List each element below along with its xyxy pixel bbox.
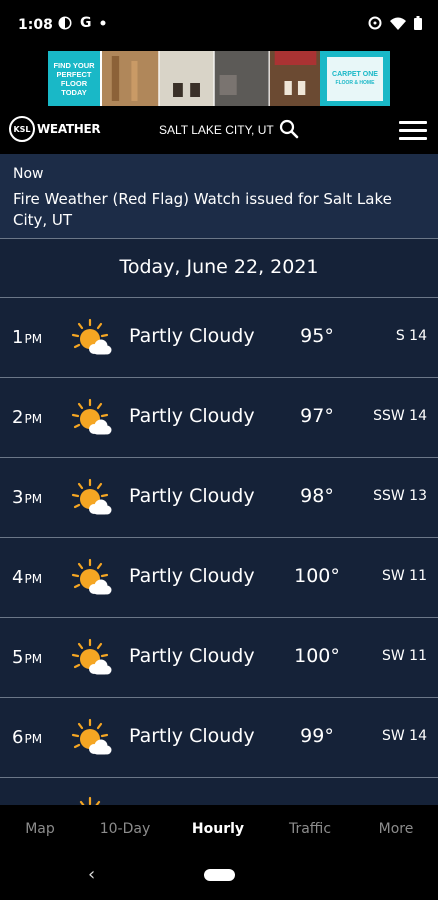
home-pill[interactable] bbox=[204, 869, 235, 881]
city-label[interactable]: SALT LAKE CITY, UT bbox=[159, 123, 274, 137]
hour-number: 6 bbox=[12, 727, 24, 748]
ad-floor-photos bbox=[102, 51, 320, 106]
bottom-nav: Map 10-Day Hourly Traffic More bbox=[0, 805, 438, 853]
carpet-one-logo: CARPET ONE FLOOR & HOME bbox=[327, 56, 383, 101]
hour-number: 2 bbox=[12, 407, 24, 428]
partly-cloudy-icon bbox=[70, 478, 114, 518]
wifi-icon bbox=[390, 17, 406, 30]
hour-row[interactable]: 5PM Partly Cloudy 100° SW 11 bbox=[0, 618, 438, 698]
data-saver-icon bbox=[368, 16, 382, 30]
hour-temperature: 95° bbox=[300, 325, 334, 347]
hour-temperature: 100° bbox=[294, 565, 340, 587]
hour-temperature: 97° bbox=[300, 405, 334, 427]
alert-label: Now bbox=[13, 166, 44, 182]
ad-brand: CARPET ONE bbox=[332, 70, 378, 78]
hour-time: 5PM bbox=[12, 647, 42, 668]
ad-brand-sub: FLOOR & HOME bbox=[335, 79, 375, 86]
system-navigation-bar: ‹ bbox=[0, 853, 438, 900]
hour-number: 1 bbox=[12, 327, 24, 348]
hour-number: 3 bbox=[12, 487, 24, 508]
hour-wind: SSW 14 bbox=[373, 408, 427, 424]
notification-app-icon bbox=[58, 16, 72, 30]
partly-cloudy-icon bbox=[70, 638, 114, 678]
hamburger-menu-icon[interactable] bbox=[399, 121, 427, 145]
partly-cloudy-icon bbox=[70, 718, 114, 758]
hour-time: 4PM bbox=[12, 567, 42, 588]
hour-ampm: PM bbox=[24, 652, 43, 666]
hourly-forecast: Now Fire Weather (Red Flag) Watch issued… bbox=[0, 154, 438, 805]
hour-wind: SW 11 bbox=[382, 648, 427, 664]
hour-condition: Partly Cloudy bbox=[129, 645, 255, 667]
hour-condition: Partly Cloudy bbox=[129, 325, 255, 347]
hour-row[interactable]: 6PM Partly Cloudy 99° SW 14 bbox=[0, 698, 438, 778]
hour-number: 5 bbox=[12, 647, 24, 668]
status-bar: 1:08 G bbox=[0, 0, 438, 50]
hour-wind: SW 14 bbox=[382, 728, 427, 744]
hour-row[interactable]: 1PM Partly Cloudy 95° S 14 bbox=[0, 298, 438, 378]
ksl-weather-logo[interactable]: KSL WEATHER bbox=[9, 116, 101, 142]
app-header: KSL WEATHER SALT LAKE CITY, UT bbox=[0, 108, 438, 154]
date-heading: Today, June 22, 2021 bbox=[119, 256, 319, 278]
status-left-icons: G bbox=[58, 15, 106, 31]
hour-condition: Partly Cloudy bbox=[129, 565, 255, 587]
date-heading-row: Today, June 22, 2021 bbox=[0, 239, 438, 298]
hour-time: 1PM bbox=[12, 327, 42, 348]
hour-condition: Partly Cloudy bbox=[129, 725, 255, 747]
hour-wind: SSW 13 bbox=[373, 488, 427, 504]
ad-left-text: FIND YOUR PERFECT FLOOR TODAY bbox=[48, 51, 100, 106]
nav-map[interactable]: Map bbox=[0, 821, 80, 837]
hour-ampm: PM bbox=[24, 492, 43, 506]
hour-temperature: 99° bbox=[300, 725, 334, 747]
hour-ampm: PM bbox=[24, 732, 43, 746]
hour-wind: S 14 bbox=[395, 328, 427, 344]
nav-10-day[interactable]: 10-Day bbox=[85, 821, 165, 837]
status-time: 1:08 bbox=[18, 17, 53, 33]
partly-cloudy-icon bbox=[70, 318, 114, 358]
hour-ampm: PM bbox=[24, 412, 43, 426]
logo-mark: KSL bbox=[9, 116, 35, 142]
nav-traffic[interactable]: Traffic bbox=[270, 821, 350, 837]
logo-text: WEATHER bbox=[37, 122, 101, 136]
hour-row[interactable]: 3PM Partly Cloudy 98° SSW 13 bbox=[0, 458, 438, 538]
notification-dot-icon bbox=[100, 20, 105, 26]
alert-text: Fire Weather (Red Flag) Watch issued for… bbox=[13, 190, 392, 229]
hour-row[interactable]: 2PM Partly Cloudy 97° SSW 14 bbox=[0, 378, 438, 458]
back-chevron-icon[interactable]: ‹ bbox=[88, 864, 95, 885]
hour-time: 3PM bbox=[12, 487, 42, 508]
hour-row[interactable]: 4PM Partly Cloudy 100° SW 11 bbox=[0, 538, 438, 618]
hour-ampm: PM bbox=[24, 572, 43, 586]
google-g-icon: G bbox=[80, 15, 92, 31]
hour-time: 6PM bbox=[12, 727, 42, 748]
hour-time: 2PM bbox=[12, 407, 42, 428]
hour-wind: SW 11 bbox=[382, 568, 427, 584]
hour-temperature: 98° bbox=[300, 485, 334, 507]
nav-more[interactable]: More bbox=[356, 821, 436, 837]
hour-number: 4 bbox=[12, 567, 24, 588]
hour-temperature: 100° bbox=[294, 645, 340, 667]
hour-ampm: PM bbox=[24, 332, 43, 346]
partly-cloudy-icon bbox=[70, 398, 114, 438]
search-icon[interactable] bbox=[279, 119, 299, 139]
hour-condition: Partly Cloudy bbox=[129, 485, 255, 507]
ad-banner[interactable]: FIND YOUR PERFECT FLOOR TODAY CARPET ONE… bbox=[48, 51, 390, 106]
status-right-icons bbox=[368, 16, 422, 30]
battery-icon bbox=[414, 16, 422, 30]
nav-hourly[interactable]: Hourly bbox=[178, 821, 258, 837]
hour-condition: Partly Cloudy bbox=[129, 405, 255, 427]
partly-cloudy-icon bbox=[79, 796, 101, 805]
weather-alert[interactable]: Now Fire Weather (Red Flag) Watch issued… bbox=[0, 154, 438, 239]
ad-right-logo: CARPET ONE FLOOR & HOME bbox=[320, 51, 390, 106]
partly-cloudy-icon bbox=[70, 558, 114, 598]
